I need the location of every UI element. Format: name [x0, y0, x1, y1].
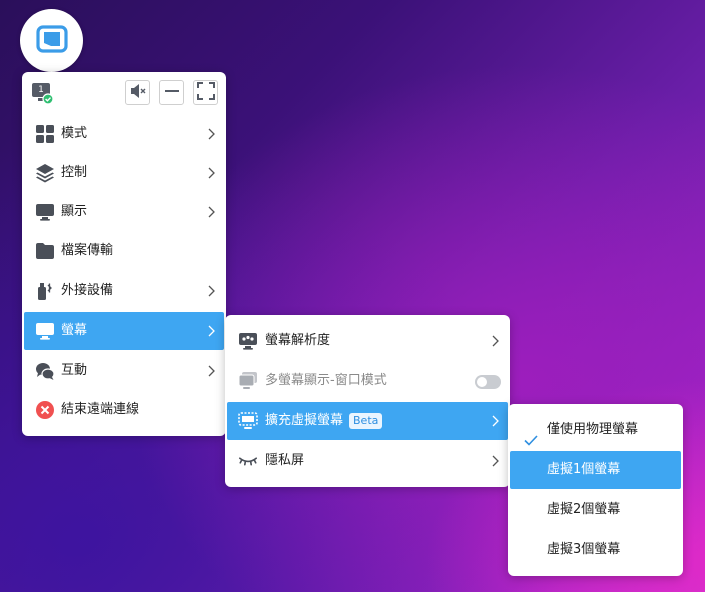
submenu-item-multi-screen[interactable]: 多螢幕顯示-窗口模式	[227, 362, 508, 400]
multi-screen-icon	[238, 371, 258, 391]
layers-icon	[35, 163, 55, 183]
beta-badge: Beta	[349, 412, 383, 429]
fullscreen-icon	[196, 81, 215, 104]
option-physical-only[interactable]: 僅使用物理螢幕	[510, 411, 681, 449]
menu-item-label: 互動	[61, 363, 88, 378]
option-label: 虛擬3個螢幕	[547, 542, 621, 557]
menu-item-label: 顯示	[61, 204, 88, 219]
window-mode-toggle[interactable]	[475, 375, 501, 389]
monitor-number: 1	[38, 85, 44, 95]
option-virtual-3[interactable]: 虛擬3個螢幕	[510, 531, 681, 569]
folder-icon	[35, 241, 55, 261]
submenu-item-privacy-screen[interactable]: 隱私屏	[227, 442, 508, 480]
menu-toolbar: 1	[22, 72, 226, 116]
menu-item-screen[interactable]: 螢幕	[24, 312, 224, 350]
eye-closed-icon	[238, 451, 258, 471]
monitor-icon	[35, 202, 55, 222]
chevron-right-icon	[207, 167, 215, 179]
option-label: 僅使用物理螢幕	[547, 422, 639, 437]
chat-icon	[35, 361, 55, 381]
option-label: 虛擬2個螢幕	[547, 502, 621, 517]
close-circle-icon	[35, 400, 55, 420]
menu-item-label: 模式	[61, 126, 88, 141]
menu-item-mode[interactable]: 模式	[24, 115, 224, 153]
chevron-right-icon	[207, 325, 215, 337]
chevron-right-icon	[207, 128, 215, 140]
menu-item-label: 檔案傳輸	[61, 243, 114, 258]
submenu-item-label: 擴充虛擬螢幕	[265, 413, 344, 428]
submenu-item-label: 螢幕解析度	[265, 333, 331, 348]
submenu-item-resolution[interactable]: 螢幕解析度	[227, 322, 508, 360]
monitor-select-button[interactable]: 1	[30, 81, 56, 105]
menu-item-display[interactable]: 顯示	[24, 193, 224, 231]
usb-icon	[35, 281, 55, 301]
chevron-right-icon	[491, 455, 499, 467]
resolution-icon	[238, 331, 258, 351]
virtual-screen-icon	[238, 411, 258, 431]
option-virtual-1[interactable]: 虛擬1個螢幕	[510, 451, 681, 489]
option-label: 虛擬1個螢幕	[547, 462, 621, 477]
minimize-button[interactable]	[159, 80, 184, 105]
menu-item-interaction[interactable]: 互動	[24, 352, 224, 390]
fullscreen-button[interactable]	[193, 80, 218, 105]
screen-submenu: 螢幕解析度 多螢幕顯示-窗口模式 擴充虛擬螢幕 Beta 隱私屏	[225, 315, 510, 487]
chevron-right-icon	[207, 285, 215, 297]
toggle-knob	[477, 377, 487, 387]
menu-item-label: 外接設備	[61, 283, 114, 298]
menu-item-label: 控制	[61, 165, 88, 180]
chevron-right-icon	[491, 335, 499, 347]
grid-icon	[35, 124, 55, 144]
menu-item-label: 螢幕	[61, 323, 88, 338]
screen-icon	[35, 321, 55, 341]
app-logo-icon	[35, 22, 69, 60]
menu-item-file-transfer[interactable]: 檔案傳輸	[24, 232, 224, 270]
menu-item-external-devices[interactable]: 外接設備	[24, 272, 224, 310]
chevron-right-icon	[491, 415, 499, 427]
submenu-item-label: 隱私屏	[265, 453, 305, 468]
mute-button[interactable]	[125, 80, 150, 105]
menu-item-label: 結束遠端連線	[61, 402, 140, 417]
menu-item-end-session[interactable]: 結束遠端連線	[24, 391, 224, 429]
submenu-item-virtual-screen[interactable]: 擴充虛擬螢幕 Beta	[227, 402, 508, 440]
speaker-mute-icon	[129, 83, 147, 103]
option-virtual-2[interactable]: 虛擬2個螢幕	[510, 491, 681, 529]
chevron-right-icon	[207, 365, 215, 377]
app-logo-button[interactable]	[20, 9, 83, 72]
virtual-screen-submenu: 僅使用物理螢幕 虛擬1個螢幕 虛擬2個螢幕 虛擬3個螢幕	[508, 404, 683, 576]
main-menu: 1 模式 控制 顯示 檔案傳輸 外接設備 螢幕 互動 結束遠端連線	[22, 72, 226, 436]
chevron-right-icon	[207, 206, 215, 218]
minimize-icon	[164, 83, 180, 103]
menu-item-control[interactable]: 控制	[24, 154, 224, 192]
submenu-item-label: 多螢幕顯示-窗口模式	[265, 373, 387, 388]
